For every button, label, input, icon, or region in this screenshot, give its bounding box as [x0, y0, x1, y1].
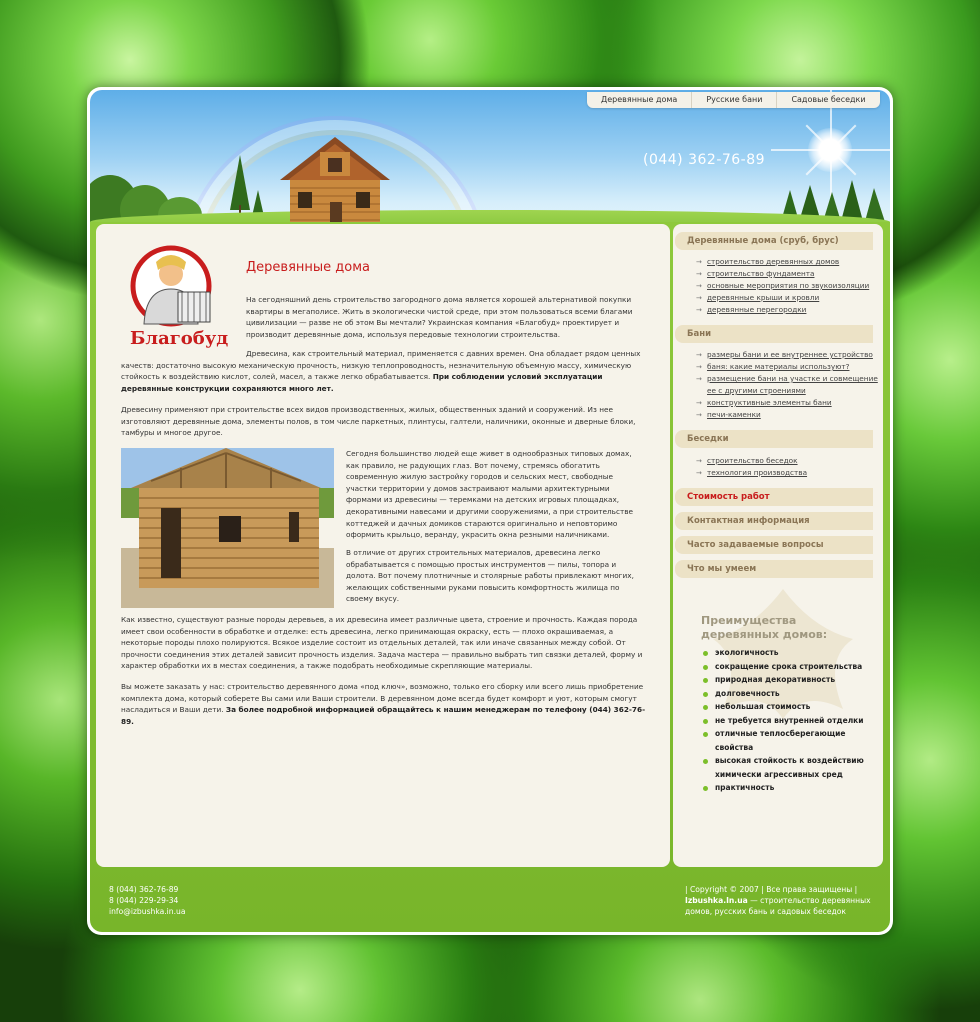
sidebar: Деревянные дома (сруб, брус) строительст… — [673, 224, 883, 867]
sidebar-link[interactable]: размеры бани и ее внутреннее устройство — [696, 349, 883, 361]
sun-ray — [831, 149, 890, 151]
footer-copyright: | Copyright © 2007 | Все права защищены … — [685, 884, 875, 917]
sidebar-link[interactable]: строительство беседок — [696, 455, 807, 467]
copyright-text: | Copyright © 2007 | Все права защищены … — [685, 885, 858, 894]
header-banner: (044) 362-76-89 Деревянные дома Русские … — [90, 90, 890, 240]
sidebar-section-gazebos[interactable]: Беседки — [675, 430, 873, 448]
advantage-item: сокращение срока строительства — [701, 660, 876, 674]
footer-contacts: 8 (044) 362-76-89 8 (044) 229-29-34 info… — [109, 884, 185, 917]
sidebar-link-skills[interactable]: Что мы умеем — [675, 560, 873, 578]
sidebar-link-contacts[interactable]: Контактная информация — [675, 512, 873, 530]
sidebar-link-prices[interactable]: Стоимость работ — [675, 488, 873, 506]
paragraph-wood-qualities: Древесина, как строительный материал, пр… — [121, 349, 641, 393]
sidebar-link[interactable]: конструктивные элементы бани — [696, 397, 883, 409]
advantages-list: экологичность сокращение срока строитель… — [701, 646, 876, 795]
advantages-title: Преимущества деревянных домов: — [701, 614, 828, 641]
advantage-item: экологичность — [701, 646, 876, 660]
paragraph-wood-species: Как известно, существуют разные породы д… — [121, 615, 643, 671]
topnav-garden-gazebos[interactable]: Садовые беседки — [777, 92, 879, 108]
advantage-item: отличные теплосберегающие свойства — [701, 727, 876, 754]
logo-text: Благобуд — [130, 328, 228, 349]
paragraph-wood-uses: Древесину применяют при строительстве вс… — [121, 405, 636, 438]
sidebar-list-gazebos: строительство беседок технология произво… — [696, 455, 807, 479]
top-navigation: Деревянные дома Русские бани Садовые бес… — [587, 92, 880, 108]
footer-phone-1: 8 (044) 362-76-89 — [109, 885, 179, 894]
advantage-item: высокая стойкость к воздействию химическ… — [701, 754, 876, 781]
sidebar-link[interactable]: технология производства — [696, 467, 807, 479]
paragraph-order: Вы можете заказать у нас: строительство … — [121, 682, 646, 726]
topnav-russian-baths[interactable]: Русские бани — [692, 92, 778, 108]
topnav-wooden-houses[interactable]: Деревянные дома — [587, 92, 693, 108]
footer-phone-2: 8 (044) 229-29-34 — [109, 896, 179, 905]
header-phone: (044) 362-76-89 — [643, 152, 766, 168]
company-logo: Благобуд — [130, 245, 228, 349]
page-frame: (044) 362-76-89 Деревянные дома Русские … — [87, 87, 893, 935]
sidebar-link-faq[interactable]: Часто задаваемые вопросы — [675, 536, 873, 554]
sidebar-link[interactable]: строительство фундамента — [696, 268, 869, 280]
sidebar-link[interactable]: деревянные крыши и кровли — [696, 292, 869, 304]
page-title: Деревянные дома — [246, 260, 370, 275]
footer-site-name[interactable]: Izbushka.In.ua — [685, 896, 748, 905]
footer-site-description: Izbushka.In.ua — строительство деревянны… — [685, 896, 871, 916]
sidebar-section-baths[interactable]: Бани — [675, 325, 873, 343]
sidebar-link[interactable]: строительство деревянных домов — [696, 256, 869, 268]
advantage-item: небольшая стоимость — [701, 700, 876, 714]
advantage-item: природная декоративность — [701, 673, 876, 687]
sidebar-link[interactable]: баня: какие материалы используют? — [696, 361, 883, 373]
paragraph-small-architecture: Сегодня большинство людей еще живет в од… — [346, 449, 634, 540]
sidebar-link[interactable]: деревянные перегородки — [696, 304, 869, 316]
advantage-item: долговечность — [701, 687, 876, 701]
paragraph-intro: На сегодняшний день строительство загоро… — [246, 295, 633, 339]
sidebar-section-wooden-houses[interactable]: Деревянные дома (сруб, брус) — [675, 232, 873, 250]
sidebar-list-wooden-houses: строительство деревянных домов строитель… — [696, 256, 869, 316]
main-content: Благобуд Деревянные дома На сегодняшний … — [96, 224, 670, 867]
footer-email[interactable]: info@izbushka.in.ua — [109, 906, 185, 917]
sidebar-link[interactable]: основные мероприятия по звукоизоляции — [696, 280, 869, 292]
advantage-item: не требуется внутренней отделки — [701, 714, 876, 728]
sun-ray — [771, 149, 831, 151]
paragraph-easy-processing: В отличие от других строительных материа… — [346, 548, 634, 604]
advantage-item: практичность — [701, 781, 876, 795]
sidebar-list-baths: размеры бани и ее внутреннее устройство … — [696, 349, 883, 421]
sidebar-link[interactable]: печи-каменки — [696, 409, 883, 421]
log-house-photo — [121, 448, 334, 608]
sidebar-link[interactable]: размещение бани на участке и совмещение … — [696, 373, 883, 397]
